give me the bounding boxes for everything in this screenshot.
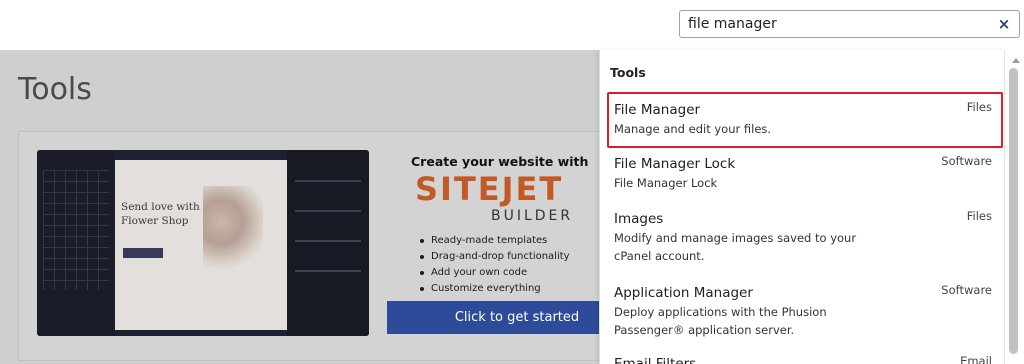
- builder-widget-grid: [43, 170, 109, 290]
- result-category: Files: [966, 209, 992, 223]
- panel-line: [295, 240, 361, 242]
- top-bar: ×: [0, 0, 1024, 50]
- result-category: Software: [941, 154, 992, 168]
- feature-item: Drag-and-drop functionality: [419, 249, 570, 265]
- chevron-up-icon[interactable]: [1012, 58, 1020, 63]
- sitejet-logo-sub: BUILDER: [491, 208, 574, 224]
- scrollbar-thumb[interactable]: [1009, 68, 1018, 354]
- builder-sidebar: [37, 150, 115, 336]
- builder-preview-button: [123, 248, 163, 258]
- panel-line: [295, 180, 361, 182]
- search-results-dropdown: Tools File Manager Manage and edit your …: [599, 50, 1004, 364]
- panel-line: [295, 210, 361, 212]
- promo-headline: Create your website with: [411, 154, 589, 169]
- page-title: Tools: [18, 72, 92, 107]
- result-file-manager[interactable]: File Manager Manage and edit your files.…: [600, 92, 1004, 148]
- promo-feature-list: Ready-made templates Drag-and-drop funct…: [419, 233, 570, 297]
- feature-item: Ready-made templates: [419, 233, 570, 249]
- result-email-filters[interactable]: Email Filters Email: [600, 350, 1004, 364]
- sitejet-logo: SITEJET: [415, 170, 564, 208]
- result-description: Manage and edit your files.: [614, 122, 772, 136]
- result-category: Software: [941, 283, 992, 297]
- panel-line: [295, 270, 361, 272]
- sitejet-promo-card: Send love with Flower Shop Create your w…: [18, 131, 678, 361]
- search-box[interactable]: ×: [679, 10, 1020, 38]
- search-input[interactable]: [680, 11, 990, 37]
- result-name: Email Filters: [614, 356, 697, 364]
- feature-item: Add your own code: [419, 265, 570, 281]
- builder-preview-heading: Send love with Flower Shop: [121, 201, 200, 227]
- result-name: File Manager Lock: [614, 156, 736, 172]
- result-name: File Manager: [614, 102, 701, 118]
- result-name: Application Manager: [614, 285, 753, 301]
- result-file-manager-lock[interactable]: File Manager Lock File Manager Lock Soft…: [600, 148, 1004, 200]
- result-application-manager[interactable]: Application Manager Deploy applications …: [600, 277, 1004, 347]
- result-name: Images: [614, 211, 664, 227]
- results-group-header: Tools: [610, 65, 646, 80]
- builder-canvas: Send love with Flower Shop: [115, 160, 287, 330]
- result-category: Files: [966, 100, 992, 114]
- result-category: Email: [960, 354, 992, 364]
- result-images[interactable]: Images Modify and manage images saved to…: [600, 203, 1004, 273]
- flower-image: [203, 186, 263, 276]
- builder-screenshot: Send love with Flower Shop: [37, 150, 369, 336]
- result-description: Deploy applications with the Phusion Pas…: [614, 305, 827, 337]
- close-icon[interactable]: ×: [995, 15, 1013, 33]
- result-description: File Manager Lock: [614, 176, 718, 190]
- feature-item: Customize everything: [419, 281, 570, 297]
- builder-properties-panel: [287, 150, 369, 336]
- result-description: Modify and manage images saved to your c…: [614, 231, 857, 263]
- dropdown-scrollbar[interactable]: [1004, 50, 1024, 364]
